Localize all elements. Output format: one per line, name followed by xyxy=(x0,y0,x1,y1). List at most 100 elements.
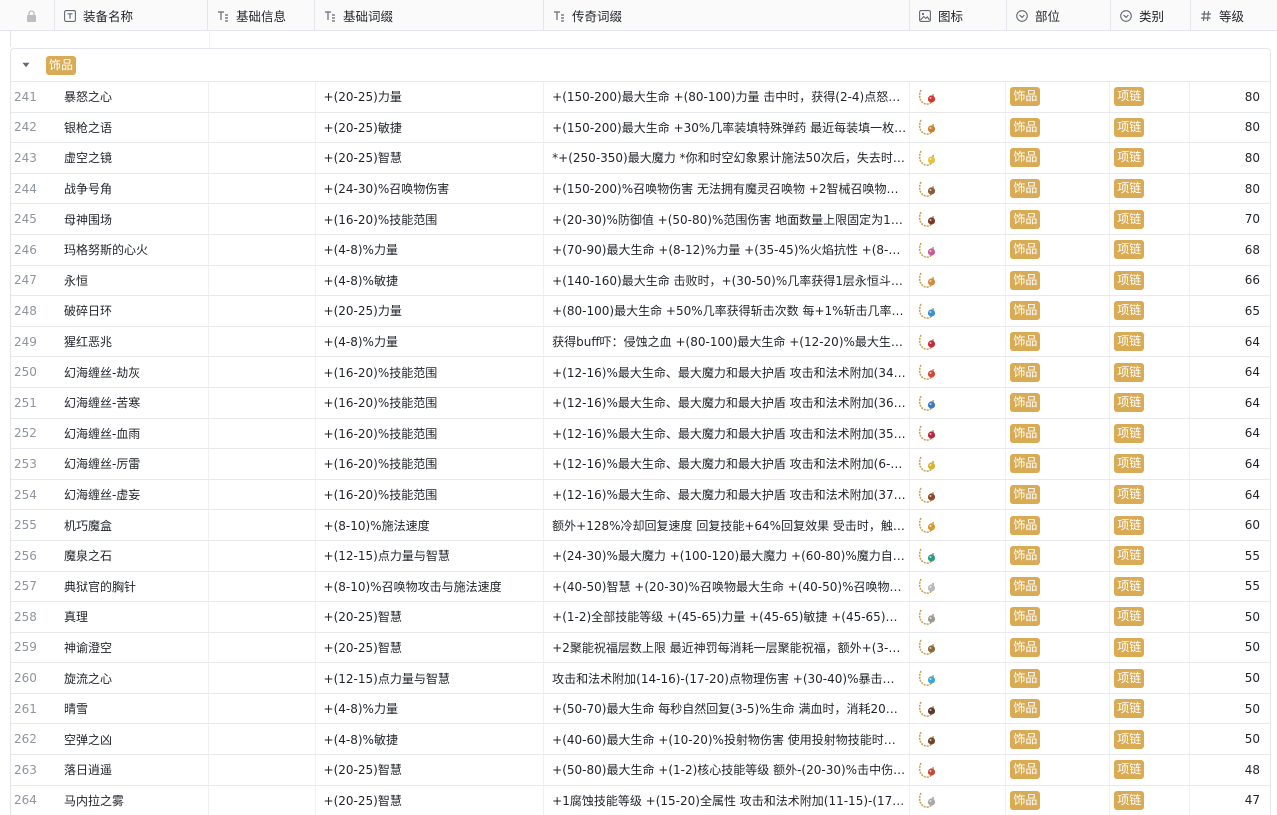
part-cell[interactable]: 饰品 xyxy=(1006,296,1111,326)
table-row[interactable]: 241 暴怒之心 +(20-25)力量 +(150-200)最大生命 +(80-100… xyxy=(10,81,1271,112)
level-cell[interactable]: 64 xyxy=(1190,357,1270,387)
level-cell[interactable]: 50 xyxy=(1190,724,1270,754)
equipment-name[interactable]: 幻海缠丝-劫灰 xyxy=(56,357,209,387)
column-header-level[interactable]: 等级 xyxy=(1191,0,1277,31)
level-cell[interactable]: 50 xyxy=(1190,663,1270,693)
legend-affix-cell[interactable]: +(12-16)%最大生命、最大魔力和最大护盾 攻击和法术附加(34-37)..… xyxy=(544,357,910,387)
base-info-cell[interactable] xyxy=(209,204,316,234)
part-cell[interactable]: 饰品 xyxy=(1006,571,1111,602)
legend-affix-cell[interactable]: +1腐蚀技能等级 +(15-20)全属性 攻击和法术附加(11-15)-(17-… xyxy=(544,785,910,815)
base-info-cell[interactable] xyxy=(209,357,316,387)
group-header[interactable]: 饰品 xyxy=(10,48,1271,81)
category-cell[interactable]: 项链 xyxy=(1110,479,1191,510)
legend-affix-cell[interactable]: +(150-200)%召唤物伤害 无法拥有魔灵召唤物 +2智械召唤物最大数量..… xyxy=(544,173,910,204)
table-row[interactable]: 242 银枪之语 +(20-25)敏捷 +(150-200)最大生命 +30%几率装填… xyxy=(10,111,1271,143)
part-cell[interactable]: 饰品 xyxy=(1006,785,1111,815)
base-info-cell[interactable] xyxy=(209,755,316,785)
base-info-cell[interactable] xyxy=(209,510,316,540)
table-row[interactable]: 253 幻海缠丝-厉雷 +(16-20)%技能范围 +(12-16)%最大生命、最大魔… xyxy=(10,448,1271,479)
base-affix-cell[interactable]: +(16-20)%技能范围 xyxy=(316,479,545,510)
level-cell[interactable]: 48 xyxy=(1190,755,1270,785)
category-cell[interactable]: 项链 xyxy=(1110,296,1191,326)
part-cell[interactable]: 饰品 xyxy=(1006,632,1111,663)
icon-cell[interactable] xyxy=(910,387,1007,418)
base-affix-cell[interactable]: +(20-25)敏捷 xyxy=(316,112,545,143)
part-cell[interactable]: 饰品 xyxy=(1006,510,1111,540)
icon-cell[interactable] xyxy=(910,755,1007,785)
base-info-cell[interactable] xyxy=(209,571,316,602)
table-row[interactable]: 259 神谕澄空 +(20-25)智慧 +2聚能祝福层数上限 最近神罚每消耗一层聚能祝… xyxy=(10,631,1271,663)
table-row[interactable]: 254 幻海缠丝-虚妄 +(16-20)%技能范围 +(12-16)%最大生命、最大魔… xyxy=(10,478,1271,510)
legend-affix-cell[interactable]: +(40-60)最大生命 +(10-20)%投射物伤害 使用投射物技能时，该次.… xyxy=(544,724,910,755)
icon-cell[interactable] xyxy=(910,540,1007,571)
base-info-cell[interactable] xyxy=(209,540,316,571)
equipment-name[interactable]: 幻海缠丝-血雨 xyxy=(56,418,209,449)
equipment-name[interactable]: 幻海缠丝-厉雷 xyxy=(56,449,209,479)
base-info-cell[interactable] xyxy=(209,326,316,357)
equipment-name[interactable]: 母神围场 xyxy=(56,204,209,234)
base-affix-cell[interactable]: +(16-20)%技能范围 xyxy=(316,204,545,234)
equipment-name[interactable]: 幻海缠丝-苦寒 xyxy=(56,387,209,418)
level-cell[interactable]: 80 xyxy=(1190,174,1270,204)
table-row[interactable]: 248 破碎日环 +(20-25)力量 +(80-100)最大生命 +50%几率获得斩… xyxy=(10,295,1271,326)
base-info-cell[interactable] xyxy=(209,449,316,479)
level-cell[interactable]: 64 xyxy=(1190,388,1270,418)
lock-column[interactable] xyxy=(0,0,55,31)
category-cell[interactable]: 项链 xyxy=(1110,204,1191,234)
icon-cell[interactable] xyxy=(910,204,1007,234)
level-cell[interactable]: 68 xyxy=(1190,235,1270,265)
equipment-name[interactable]: 玛格努斯的心火 xyxy=(56,234,209,265)
table-row[interactable]: 264 马内拉之雾 +(20-25)智慧 +1腐蚀技能等级 +(15-20)全属性 攻… xyxy=(10,784,1271,815)
table-row[interactable]: 258 真理 +(20-25)智慧 +(1-2)全部技能等级 +(45-65)力量 +… xyxy=(10,601,1271,632)
column-header-legend-affix[interactable]: 传奇词缀 xyxy=(544,0,910,31)
base-info-cell[interactable] xyxy=(209,632,316,663)
level-cell[interactable]: 80 xyxy=(1190,113,1270,143)
category-cell[interactable]: 项链 xyxy=(1110,357,1191,387)
base-affix-cell[interactable]: +(20-25)力量 xyxy=(316,82,545,112)
base-affix-cell[interactable]: +(4-8)%敏捷 xyxy=(316,724,545,755)
legend-affix-cell[interactable]: +(70-90)最大生命 +(8-12)%力量 +(35-45)%火焰抗性 +(… xyxy=(544,234,910,265)
legend-affix-cell[interactable]: +(12-16)%最大生命、最大魔力和最大护盾 攻击和法术附加(35-38)..… xyxy=(544,418,910,449)
column-header-icon[interactable]: 图标 xyxy=(910,0,1007,31)
base-affix-cell[interactable]: +(20-25)智慧 xyxy=(316,755,545,785)
category-cell[interactable]: 项链 xyxy=(1110,265,1191,296)
category-cell[interactable]: 项链 xyxy=(1110,234,1191,265)
base-affix-cell[interactable]: +(20-25)智慧 xyxy=(316,785,545,815)
base-info-cell[interactable] xyxy=(209,112,316,143)
base-info-cell[interactable] xyxy=(209,265,316,296)
table-row[interactable]: 251 幻海缠丝-苦寒 +(16-20)%技能范围 +(12-16)%最大生命、最大魔… xyxy=(10,386,1271,418)
base-affix-cell[interactable]: +(24-30)%召唤物伤害 xyxy=(316,173,545,204)
part-cell[interactable]: 饰品 xyxy=(1006,602,1111,632)
table-row[interactable]: 243 虚空之镜 +(20-25)智慧 *+(250-350)最大魔力 *你和时空幻象… xyxy=(10,142,1271,173)
category-cell[interactable]: 项链 xyxy=(1110,724,1191,755)
base-affix-cell[interactable]: +(4-8)%敏捷 xyxy=(316,265,545,296)
part-cell[interactable]: 饰品 xyxy=(1006,449,1111,479)
level-cell[interactable]: 47 xyxy=(1190,786,1270,815)
icon-cell[interactable] xyxy=(910,663,1007,693)
equipment-name[interactable]: 银枪之语 xyxy=(56,112,209,143)
category-cell[interactable]: 项链 xyxy=(1110,571,1191,602)
legend-affix-cell[interactable]: +(150-200)最大生命 +30%几率装填特殊弹药 最近每装填一枚特殊弹药.… xyxy=(544,112,910,143)
base-affix-cell[interactable]: +(16-20)%技能范围 xyxy=(316,418,545,449)
legend-affix-cell[interactable]: +(50-80)最大生命 +(1-2)核心技能等级 额外-(20-30)%击中伤… xyxy=(544,755,910,785)
icon-cell[interactable] xyxy=(910,265,1007,296)
category-cell[interactable]: 项链 xyxy=(1110,82,1191,112)
equipment-name[interactable]: 真理 xyxy=(56,602,209,632)
table-row[interactable]: 263 落日逍遥 +(20-25)智慧 +(50-80)最大生命 +(1-2)核心技能… xyxy=(10,754,1271,785)
icon-cell[interactable] xyxy=(910,357,1007,387)
level-cell[interactable]: 60 xyxy=(1190,510,1270,540)
level-cell[interactable]: 55 xyxy=(1190,541,1270,571)
legend-affix-cell[interactable]: +(24-30)%最大魔力 +(100-120)最大魔力 +(60-80)%魔力… xyxy=(544,540,910,571)
base-affix-cell[interactable]: +(20-25)力量 xyxy=(316,296,545,326)
column-header-name[interactable]: 装备名称 xyxy=(55,0,208,31)
equipment-name[interactable]: 永恒 xyxy=(56,265,209,296)
category-cell[interactable]: 项链 xyxy=(1110,143,1191,173)
part-cell[interactable]: 饰品 xyxy=(1006,173,1111,204)
level-cell[interactable]: 50 xyxy=(1190,602,1270,632)
base-affix-cell[interactable]: +(20-25)智慧 xyxy=(316,143,545,173)
base-affix-cell[interactable]: +(20-25)智慧 xyxy=(316,632,545,663)
level-cell[interactable]: 64 xyxy=(1190,480,1270,510)
part-cell[interactable]: 饰品 xyxy=(1006,663,1111,693)
table-row[interactable]: 246 玛格努斯的心火 +(4-8)%力量 +(70-90)最大生命 +(8-12)%… xyxy=(10,233,1271,265)
level-cell[interactable]: 65 xyxy=(1190,296,1270,326)
